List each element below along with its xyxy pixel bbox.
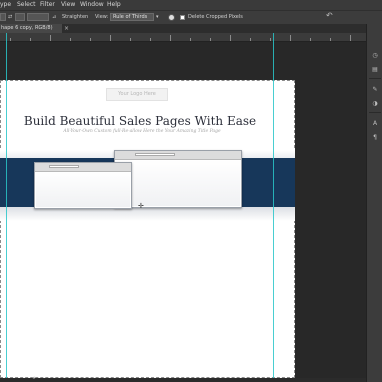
ruler-tick	[290, 35, 291, 41]
ruler-tick	[310, 38, 311, 41]
menu-filter[interactable]: Filter	[40, 1, 55, 9]
ruler-tick	[70, 38, 71, 41]
gear-icon[interactable]	[168, 14, 175, 21]
chevron-down-icon[interactable]: ▾	[156, 14, 159, 21]
browser-urlbar	[49, 165, 79, 168]
character-icon[interactable]: A	[371, 120, 379, 128]
straighten-label: Straighten	[62, 14, 89, 20]
ratio-input[interactable]	[0, 13, 6, 21]
guide-left[interactable]	[6, 33, 7, 378]
ruler-tick	[30, 38, 31, 41]
browser-toolbar	[35, 163, 131, 172]
ruler-tick	[230, 35, 231, 41]
menu-help[interactable]: Help	[107, 1, 121, 9]
scroll-left-arrow-icon[interactable]: ◂	[32, 375, 36, 382]
crop-options-bar: ⇄ ⊿ Straighten View: Rule of Thirds ▾ De…	[0, 10, 382, 25]
close-icon[interactable]: ×	[64, 24, 69, 33]
panel-divider	[369, 112, 381, 113]
horizontal-ruler[interactable]	[0, 33, 366, 42]
delete-cropped-checkbox[interactable]	[180, 15, 185, 20]
history-icon[interactable]: ◷	[371, 52, 379, 60]
brush-icon[interactable]: ✎	[371, 86, 379, 94]
menu-select[interactable]: Select	[17, 1, 36, 9]
page-headline: Build Beautiful Sales Pages With Ease	[23, 114, 257, 128]
ruler-tick	[50, 35, 51, 41]
status-bar	[0, 378, 366, 382]
properties-icon[interactable]: ▤	[371, 66, 379, 74]
menu-view[interactable]: View	[61, 1, 75, 9]
browser-mockup-front	[34, 162, 132, 209]
browser-mockup-back	[114, 150, 242, 208]
document-tab[interactable]: hape 6 copy, RGB/8)	[0, 24, 62, 33]
ruler-tick	[170, 35, 171, 41]
panel-divider	[369, 78, 381, 79]
panel-icon-strip: ◷ ▤ ✎ ◑ A ¶	[366, 24, 382, 382]
banner-bottom-gradient	[0, 207, 295, 221]
menu-window[interactable]: Window	[80, 1, 104, 9]
document-tab-bar: hape 6 copy, RGB/8) ×	[0, 24, 366, 33]
browser-content	[116, 160, 240, 206]
ruler-tick	[350, 35, 351, 41]
ruler-tick	[130, 38, 131, 41]
ruler-tick	[190, 38, 191, 41]
browser-content	[36, 172, 130, 207]
view-select[interactable]: Rule of Thirds	[110, 13, 154, 21]
ratio-input-2[interactable]	[15, 13, 25, 21]
undo-icon[interactable]: ↶	[326, 12, 333, 20]
ruler-tick	[270, 38, 271, 41]
swap-icon[interactable]: ⇄	[8, 14, 12, 21]
ruler-tick	[330, 38, 331, 41]
menu-type[interactable]: ype	[0, 1, 11, 9]
ruler-tick	[250, 38, 251, 41]
straighten-icon[interactable]: ⊿	[52, 14, 56, 21]
ruler-tick	[90, 38, 91, 41]
logo-placeholder: Your Logo Here	[106, 88, 168, 101]
paragraph-icon[interactable]: ¶	[371, 134, 379, 142]
crop-center-crosshair-icon[interactable]: ✛	[138, 203, 145, 210]
clear-button[interactable]	[27, 13, 49, 21]
browser-urlbar	[135, 153, 175, 156]
ruler-tick	[210, 38, 211, 41]
page-subheadline: All-Your-Own Custom full-Re-allow Here t…	[63, 129, 221, 134]
ruler-tick	[150, 38, 151, 41]
browser-toolbar	[115, 151, 241, 160]
delete-cropped-label: Delete Cropped Pixels	[188, 14, 243, 20]
guide-right[interactable]	[273, 33, 274, 378]
menu-bar: ype Select Filter View Window Help	[0, 0, 382, 10]
ruler-tick	[110, 35, 111, 41]
adjustments-icon[interactable]: ◑	[371, 100, 379, 108]
ruler-tick	[10, 38, 11, 41]
view-label: View:	[95, 14, 109, 20]
